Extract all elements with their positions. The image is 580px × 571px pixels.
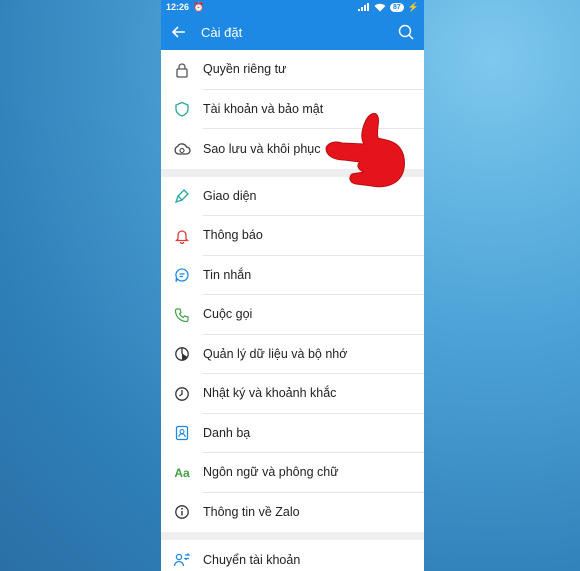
settings-item-label: Chuyển tài khoản xyxy=(203,552,301,567)
settings-item-contacts[interactable]: Danh bạ xyxy=(161,414,424,453)
settings-item-language-font[interactable]: Aa Ngôn ngữ và phông chữ xyxy=(161,453,424,493)
pointing-hand-icon xyxy=(325,112,405,188)
brush-icon xyxy=(161,188,203,204)
chat-icon xyxy=(161,267,203,283)
settings-item-label: Cuộc gọi xyxy=(203,295,424,335)
settings-item-messages[interactable]: Tin nhắn xyxy=(161,256,424,295)
info-icon xyxy=(161,504,203,520)
search-button[interactable] xyxy=(396,22,416,42)
settings-item-calls[interactable]: Cuộc gọi xyxy=(161,295,424,335)
pie-chart-icon xyxy=(161,346,203,362)
wifi-icon xyxy=(374,3,386,11)
language-icon: Aa xyxy=(161,466,203,480)
alarm-icon: ⏰ xyxy=(193,1,205,12)
settings-item-timeline[interactable]: Nhật ký và khoảnh khắc xyxy=(161,374,424,414)
status-bar: 12:26 ⏰ 87 ⚡ xyxy=(161,0,424,14)
settings-item-label: Quyền riêng tư xyxy=(203,50,424,90)
settings-item-label: Ngôn ngữ và phông chữ xyxy=(203,453,424,493)
charging-icon: ⚡ xyxy=(407,1,419,12)
settings-item-label: Thông báo xyxy=(203,216,424,256)
page-title: Cài đặt xyxy=(201,24,243,40)
arrow-left-icon xyxy=(172,26,185,38)
phone-screen: 12:26 ⏰ 87 ⚡ Cài đặt Quyền riêng tư Tài … xyxy=(161,0,424,571)
signal-icon xyxy=(357,3,369,11)
settings-item-privacy[interactable]: Quyền riêng tư xyxy=(161,50,424,90)
settings-item-label: Thông tin về Zalo xyxy=(203,505,300,520)
cloud-icon xyxy=(161,142,203,156)
settings-item-switch-account[interactable]: Chuyển tài khoản xyxy=(161,540,424,571)
settings-item-label: Quản lý dữ liệu và bộ nhớ xyxy=(203,335,424,374)
back-button[interactable] xyxy=(169,22,189,42)
app-bar: Cài đặt xyxy=(161,14,424,50)
clock-icon xyxy=(161,386,203,402)
settings-item-label: Tin nhắn xyxy=(203,256,424,295)
bell-icon xyxy=(161,228,203,244)
language-icon-text: Aa xyxy=(174,465,190,480)
shield-icon xyxy=(161,101,203,117)
settings-item-label: Danh bạ xyxy=(203,414,424,453)
section-divider xyxy=(161,532,424,540)
settings-item-label: Nhật ký và khoảnh khắc xyxy=(203,374,424,414)
settings-item-data-storage[interactable]: Quản lý dữ liệu và bộ nhớ xyxy=(161,335,424,374)
contacts-icon xyxy=(161,425,203,441)
phone-icon xyxy=(161,307,203,323)
settings-item-notifications[interactable]: Thông báo xyxy=(161,216,424,256)
lock-icon xyxy=(161,62,203,78)
status-time: 12:26 xyxy=(166,2,190,12)
search-icon xyxy=(398,24,414,40)
battery-indicator: 87 xyxy=(389,2,404,12)
settings-item-about-zalo[interactable]: Thông tin về Zalo xyxy=(161,493,424,533)
switch-account-icon xyxy=(161,552,203,568)
